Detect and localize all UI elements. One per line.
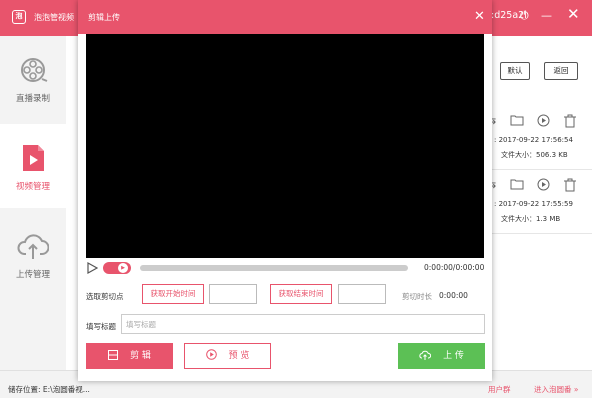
- play-icon[interactable]: [86, 262, 98, 274]
- preview-button[interactable]: 预 览: [184, 343, 271, 369]
- trash-icon[interactable]: [564, 114, 576, 131]
- timecode: 0:00:00/0:00:00: [424, 263, 485, 272]
- edit-button[interactable]: 剪 辑: [86, 343, 173, 369]
- play-circle-icon: [205, 349, 217, 360]
- end-time-field[interactable]: [338, 284, 386, 304]
- file-actions: ⇆: [487, 114, 592, 130]
- cut-duration-value: 0:00:00: [439, 291, 468, 300]
- trash-icon[interactable]: [564, 178, 576, 195]
- cloud-upload-icon: [17, 234, 49, 259]
- storage-location: 储存位置: E:\泡圆番视...: [8, 385, 90, 394]
- title-row: 填写标题: [78, 314, 492, 336]
- progress-bar[interactable]: [140, 265, 408, 271]
- sidebar: 直播录制 视频管理 上传管理: [0, 36, 66, 370]
- app-title: 泡泡管视频: [34, 13, 74, 22]
- video-preview[interactable]: [86, 34, 484, 258]
- edit-button-label: 剪 辑: [130, 351, 151, 361]
- minimize-icon[interactable]: —: [541, 9, 552, 22]
- file-row[interactable]: ⇆ : 2017-09-22 17:55:59 文件大小：1.3 MB: [487, 172, 592, 234]
- preview-button-label: 预 览: [228, 351, 250, 361]
- sidebar-item-upload-manage[interactable]: 上传管理: [0, 212, 66, 296]
- cut-point-label: 选取剪切点: [86, 292, 124, 301]
- play-circle-icon[interactable]: [537, 114, 550, 130]
- cut-duration-label: 剪切时长: [402, 292, 432, 301]
- title-input[interactable]: [121, 314, 485, 334]
- app-logo: 泡: [12, 10, 26, 24]
- file-row[interactable]: ⇆ : 2017-09-22 17:56:54 文件大小：506.3 KB: [487, 108, 592, 170]
- get-end-time-button[interactable]: 获取结束时间: [270, 284, 332, 304]
- back-button[interactable]: 返回: [544, 62, 578, 80]
- dialog-title: 剪辑上传: [88, 13, 120, 22]
- folder-icon[interactable]: [510, 178, 524, 193]
- file-actions: ⇆: [487, 178, 592, 194]
- play-circle-icon[interactable]: [537, 178, 550, 194]
- sidebar-item-video-manage[interactable]: 视频管理: [0, 124, 66, 208]
- cut-point-row: 选取剪切点 获取开始时间 获取结束时间 剪切时长 0:00:00: [78, 284, 492, 306]
- file-date: : 2017-09-22 17:55:59: [494, 200, 573, 208]
- dialog-titlebar: 剪辑上传 ✕: [78, 0, 492, 34]
- cloud-upload-icon: [419, 350, 432, 360]
- video-file-icon: [23, 145, 44, 171]
- window-close-icon[interactable]: ✕: [567, 7, 580, 22]
- file-size: 文件大小：506.3 KB: [501, 151, 568, 159]
- loop-toggle[interactable]: ▶: [103, 262, 131, 274]
- file-date: : 2017-09-22 17:56:54: [494, 136, 573, 144]
- enter-site-link[interactable]: 进入泡圆番 »: [534, 384, 578, 395]
- sidebar-item-live-record[interactable]: 直播录制: [0, 36, 66, 120]
- edit-upload-dialog: 剪辑上传 ✕ ▶ 0:00:00/0:00:00 选取剪切点 获取开始时间 获取…: [78, 0, 492, 381]
- power-icon[interactable]: ⏻: [520, 9, 529, 23]
- default-button[interactable]: 默认: [500, 62, 530, 80]
- sidebar-item-label: 视频管理: [15, 182, 50, 192]
- folder-icon[interactable]: [510, 114, 524, 129]
- save-icon: [108, 350, 119, 360]
- dialog-close-icon[interactable]: ✕: [474, 10, 485, 23]
- sidebar-item-label: 上传管理: [15, 270, 50, 280]
- action-row: 剪 辑 预 览 上 传: [78, 343, 492, 369]
- upload-button[interactable]: 上 传: [398, 343, 485, 369]
- start-time-field[interactable]: [209, 284, 257, 304]
- title-label: 填写标题: [86, 322, 116, 331]
- player-controls: ▶ 0:00:00/0:00:00: [86, 262, 484, 276]
- toggle-knob: ▶: [118, 263, 128, 273]
- get-start-time-button[interactable]: 获取开始时间: [142, 284, 204, 304]
- file-size: 文件大小：1.3 MB: [501, 215, 561, 223]
- upload-button-label: 上 传: [443, 351, 464, 361]
- sidebar-item-label: 直播录制: [15, 94, 50, 104]
- film-reel-icon: [21, 58, 48, 82]
- user-group-link[interactable]: 用户群: [488, 384, 511, 395]
